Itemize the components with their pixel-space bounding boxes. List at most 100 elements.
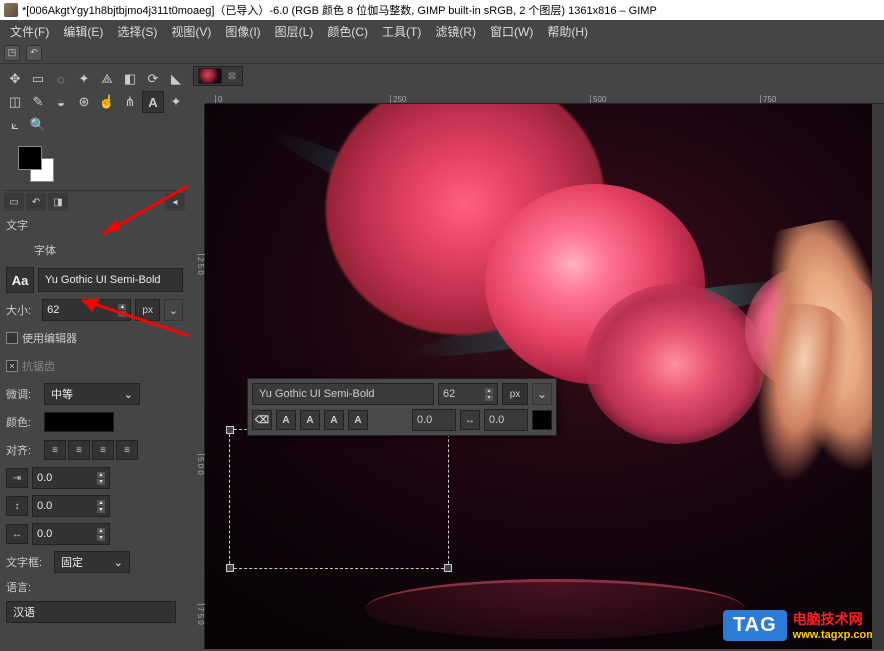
- menu-view[interactable]: 视图(V): [165, 21, 217, 42]
- align-buttons: ≡ ≡ ≡ ≡: [44, 440, 138, 460]
- top-toolbar: ◳ ↶: [0, 42, 884, 64]
- text-handle-tl[interactable]: [226, 426, 234, 434]
- hinting-dropdown[interactable]: 中等⌄: [44, 383, 140, 405]
- ft-bold-icon[interactable]: A: [276, 410, 296, 430]
- tool-eraser[interactable]: ◒: [50, 91, 72, 113]
- text-edit-box[interactable]: [229, 429, 449, 569]
- use-editor-checkbox[interactable]: [6, 332, 18, 344]
- text-float-toolbar[interactable]: Yu Gothic UI Semi-Bold 62 ▴▾ px ⌄ ⌫ A A: [247, 378, 557, 436]
- ft-unit[interactable]: px: [502, 383, 528, 405]
- menu-help[interactable]: 帮助(H): [541, 21, 594, 42]
- ft-expand-icon[interactable]: ⌄: [532, 383, 552, 405]
- watermark-line1: 电脑技术网: [793, 609, 876, 629]
- textbox-dropdown[interactable]: 固定⌄: [54, 551, 130, 573]
- language-value: 汉语: [13, 604, 35, 620]
- letter-spacing-input[interactable]: 0.0 ▴▾: [32, 523, 110, 545]
- line-spacing-row: ↕ 0.0 ▴▾: [6, 495, 183, 517]
- ft-clear-icon[interactable]: ⌫: [252, 410, 272, 430]
- tool-crop[interactable]: ⟁: [96, 68, 118, 90]
- tool-gradient[interactable]: ◫: [4, 91, 26, 113]
- annotation-arrow: [70, 288, 200, 348]
- tb-btn-2[interactable]: ↶: [26, 45, 42, 61]
- ft-kerning-value: 0.0: [489, 414, 504, 426]
- ft-baseline-input[interactable]: 0.0: [412, 409, 456, 431]
- tool-fuzzy-select[interactable]: ✦: [73, 68, 95, 90]
- tool-transform[interactable]: ◧: [119, 68, 141, 90]
- align-right-icon[interactable]: ≡: [68, 440, 90, 460]
- tab-tool-options[interactable]: ▭: [4, 193, 24, 211]
- watermark-badge: TAG: [723, 610, 787, 641]
- letter-value: 0.0: [37, 528, 52, 540]
- artwork-basin: [365, 579, 745, 639]
- text-handle-br[interactable]: [444, 564, 452, 572]
- tool-zoom[interactable]: 🔍: [27, 114, 49, 136]
- tool-bucket[interactable]: ◣: [165, 68, 187, 90]
- tool-clone[interactable]: ⊛: [73, 91, 95, 113]
- line-spinner[interactable]: ▴▾: [97, 500, 105, 513]
- menu-layer[interactable]: 图层(L): [269, 21, 320, 42]
- ft-color-field[interactable]: [532, 410, 552, 430]
- tool-text[interactable]: A: [142, 91, 164, 113]
- menu-filters[interactable]: 滤镜(R): [429, 21, 482, 42]
- ft-underline-icon[interactable]: A: [324, 410, 344, 430]
- tool-free-select[interactable]: ◌: [50, 68, 72, 90]
- menu-select[interactable]: 选择(S): [111, 21, 163, 42]
- document-tab[interactable]: ⊠: [193, 66, 243, 86]
- ft-font-name: Yu Gothic UI Semi-Bold: [259, 388, 375, 400]
- menu-window[interactable]: 窗口(W): [484, 21, 539, 42]
- text-handle-bl[interactable]: [226, 564, 234, 572]
- antialias-row[interactable]: × 抗锯齿: [6, 355, 183, 377]
- align-left-icon[interactable]: ≡: [44, 440, 66, 460]
- menu-file[interactable]: 文件(F): [4, 21, 55, 42]
- tool-measure[interactable]: ⟀: [4, 114, 26, 136]
- ft-size-input[interactable]: 62 ▴▾: [438, 383, 498, 405]
- indent-spinner[interactable]: ▴▾: [97, 472, 105, 485]
- tool-warp[interactable]: ⟳: [142, 68, 164, 90]
- tb-btn-1[interactable]: ◳: [4, 45, 20, 61]
- foreground-color[interactable]: [18, 146, 42, 170]
- antialias-checkbox[interactable]: ×: [6, 360, 18, 372]
- ruler-h-tick: 250: [390, 95, 406, 103]
- textbox-row: 文字框: 固定⌄: [6, 551, 183, 573]
- tool-color-picker[interactable]: ✦: [165, 91, 187, 113]
- annotation-arrow: [88, 176, 198, 246]
- color-swatch[interactable]: [8, 146, 58, 182]
- align-justify-icon[interactable]: ≡: [116, 440, 138, 460]
- align-center-icon[interactable]: ≡: [92, 440, 114, 460]
- ft-size-spinner[interactable]: ▴▾: [485, 388, 493, 401]
- menu-edit[interactable]: 编辑(E): [57, 21, 109, 42]
- menu-color[interactable]: 颜色(C): [321, 21, 374, 42]
- tool-pencil[interactable]: ✎: [27, 91, 49, 113]
- ruler-h-tick: 750: [760, 95, 776, 103]
- ft-kerning-input[interactable]: 0.0: [484, 409, 528, 431]
- image-canvas[interactable]: Yu Gothic UI Semi-Bold 62 ▴▾ px ⌄ ⌫ A A: [205, 104, 884, 649]
- menu-tools[interactable]: 工具(T): [376, 21, 427, 42]
- tool-rect-select[interactable]: ▭: [27, 68, 49, 90]
- ruler-h-tick: 0: [215, 95, 222, 103]
- menu-image[interactable]: 图像(I): [219, 21, 266, 42]
- ft-font-input[interactable]: Yu Gothic UI Semi-Bold: [252, 383, 434, 405]
- ft-strike-icon[interactable]: A: [348, 410, 368, 430]
- line-spacing-input[interactable]: 0.0 ▴▾: [32, 495, 110, 517]
- letter-spinner[interactable]: ▴▾: [97, 528, 105, 541]
- close-tab-icon[interactable]: ⊠: [226, 70, 238, 82]
- text-color-field[interactable]: [44, 412, 114, 432]
- tool-path[interactable]: ⋔: [119, 91, 141, 113]
- use-editor-label: 使用编辑器: [22, 330, 77, 346]
- watermark-text: 电脑技术网 www.tagxp.com: [793, 609, 876, 641]
- tab-device[interactable]: ↶: [26, 193, 46, 211]
- ruler-h-tick: 500: [590, 95, 606, 103]
- font-preview-icon[interactable]: Aa: [6, 267, 34, 293]
- language-dropdown[interactable]: 汉语: [6, 601, 176, 623]
- indent-input[interactable]: 0.0 ▴▾: [32, 467, 110, 489]
- color-label: 颜色:: [6, 414, 40, 430]
- tool-smudge[interactable]: ☝: [96, 91, 118, 113]
- menu-bar: 文件(F) 编辑(E) 选择(S) 视图(V) 图像(I) 图层(L) 颜色(C…: [0, 20, 884, 42]
- horizontal-ruler: 0 250 500 750: [205, 88, 884, 104]
- ft-italic-icon[interactable]: A: [300, 410, 320, 430]
- tab-image[interactable]: ◨: [48, 193, 68, 211]
- tool-move[interactable]: ✥: [4, 68, 26, 90]
- vertical-scrollbar[interactable]: [872, 104, 884, 649]
- letter-spacing-row: ↔ 0.0 ▴▾: [6, 523, 183, 545]
- ft-kerning-icon[interactable]: ↔: [460, 410, 480, 430]
